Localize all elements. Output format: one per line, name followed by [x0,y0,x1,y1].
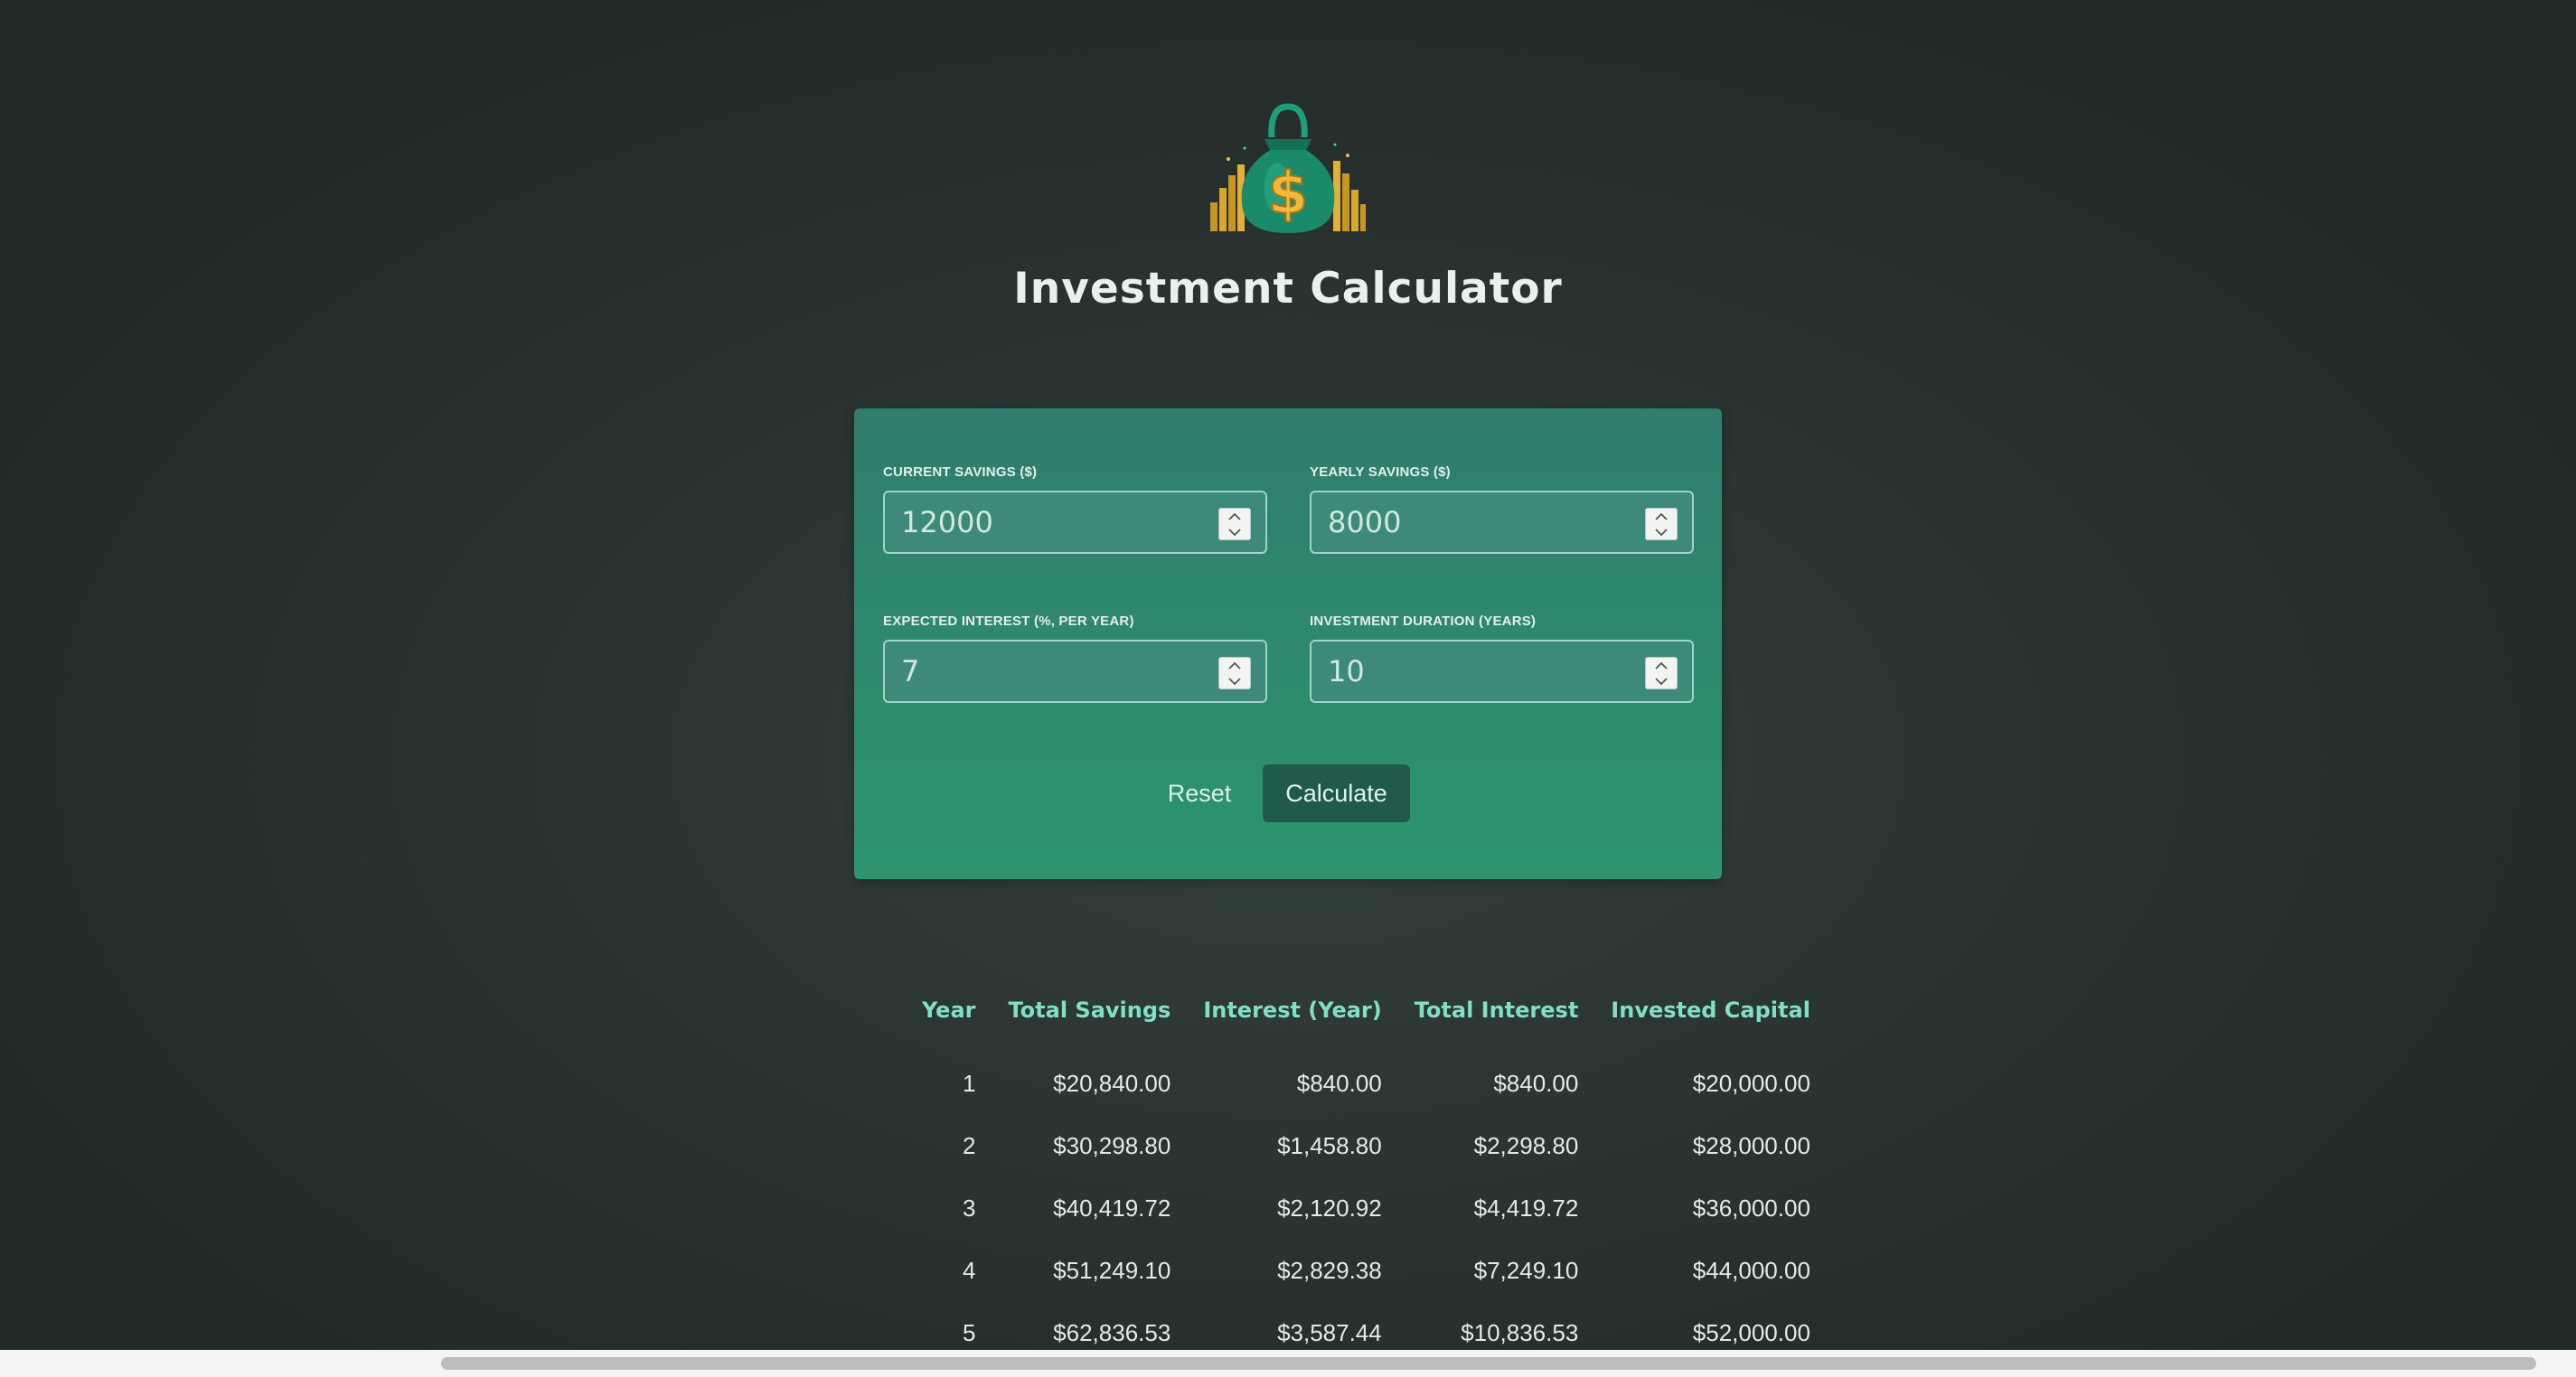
calculate-button[interactable]: Calculate [1263,764,1410,822]
yearly-savings-field: Yearly Savings ($) [1310,464,1694,554]
column-header-total-savings: Total Savings [1008,998,1171,1023]
current-savings-label: Current Savings ($) [883,464,1038,480]
chevron-up-icon[interactable] [1219,509,1250,524]
reset-button[interactable]: Reset [1154,764,1245,822]
yearly-savings-spinner[interactable] [1645,508,1678,540]
table-row: 2 $30,298.80 $1,458.80 $2,298.80 $28,000… [906,1115,1827,1177]
chevron-down-icon[interactable] [1219,524,1250,539]
page-title: Investment Calculator [1013,264,1563,314]
chevron-down-icon[interactable] [1646,524,1677,539]
money-bag-logo-icon: $ [1208,101,1368,233]
chevron-down-icon[interactable] [1646,673,1677,688]
cell-invested-capital: $28,000.00 [1692,1132,1810,1159]
current-savings-input[interactable] [885,492,1265,552]
table-row: 4 $51,249.10 $2,829.38 $7,249.10 $44,000… [906,1240,1827,1302]
chevron-up-icon[interactable] [1646,658,1677,673]
table-row: 3 $40,419.72 $2,120.92 $4,419.72 $36,000… [906,1177,1827,1240]
cell-total-savings: $51,249.10 [1053,1257,1171,1284]
current-savings-spinner[interactable] [1218,508,1251,540]
cell-total-savings: $20,840.00 [1053,1070,1171,1097]
cell-invested-capital: $44,000.00 [1692,1257,1810,1284]
cell-total-savings: $30,298.80 [1053,1132,1171,1159]
current-savings-field: Current Savings ($) [883,464,1267,554]
cell-year: 4 [963,1257,976,1284]
yearly-savings-label: Yearly Savings ($) [1310,464,1451,480]
cell-invested-capital: $36,000.00 [1692,1194,1810,1222]
cell-interest-year: $2,120.92 [1277,1194,1382,1222]
cell-year: 2 [963,1132,976,1159]
investment-duration-input[interactable] [1312,642,1692,701]
column-header-year: Year [922,998,976,1023]
cell-year: 1 [963,1070,976,1097]
horizontal-scrollbar[interactable] [0,1350,2576,1377]
yearly-savings-input[interactable] [1312,492,1692,552]
yearly-savings-input-box [1310,491,1694,554]
table-row: 1 $20,840.00 $840.00 $840.00 $20,000.00 [906,1053,1827,1115]
expected-interest-input-box [883,640,1267,703]
cell-total-interest: $4,419.72 [1473,1194,1579,1222]
expected-interest-spinner[interactable] [1218,657,1251,689]
chevron-up-icon[interactable] [1219,658,1250,673]
investment-duration-input-box [1310,640,1694,703]
current-savings-input-box [883,491,1267,554]
cell-interest-year: $840.00 [1296,1070,1382,1097]
expected-interest-label: Expected Interest (%, per year) [883,614,1134,629]
column-header-invested-capital: Invested Capital [1611,998,1810,1023]
column-header-interest-year: Interest (Year) [1203,998,1382,1023]
cell-year: 3 [963,1194,976,1222]
investment-duration-spinner[interactable] [1645,657,1678,689]
cell-total-interest: $2,298.80 [1473,1132,1579,1159]
cell-total-interest: $840.00 [1493,1070,1579,1097]
expected-interest-input[interactable] [885,642,1265,701]
column-header-total-interest: Total Interest [1414,998,1579,1023]
expected-interest-field: Expected Interest (%, per year) [883,614,1267,703]
cell-interest-year: $1,458.80 [1277,1132,1382,1159]
cell-invested-capital: $20,000.00 [1692,1070,1810,1097]
chevron-down-icon[interactable] [1219,673,1250,688]
investment-duration-label: Investment Duration (years) [1310,614,1537,629]
chevron-up-icon[interactable] [1646,509,1677,524]
scrollbar-thumb[interactable] [441,1357,2536,1370]
cell-total-interest: $7,249.10 [1473,1257,1579,1284]
table-header-row: Year Total Savings Interest (Year) Total… [906,989,1827,1053]
results-table: Year Total Savings Interest (Year) Total… [906,989,1827,1364]
svg-text:$: $ [1268,161,1309,228]
cell-interest-year: $2,829.38 [1277,1257,1382,1284]
cell-total-savings: $40,419.72 [1053,1194,1171,1222]
investment-duration-field: Investment Duration (years) [1310,614,1694,703]
